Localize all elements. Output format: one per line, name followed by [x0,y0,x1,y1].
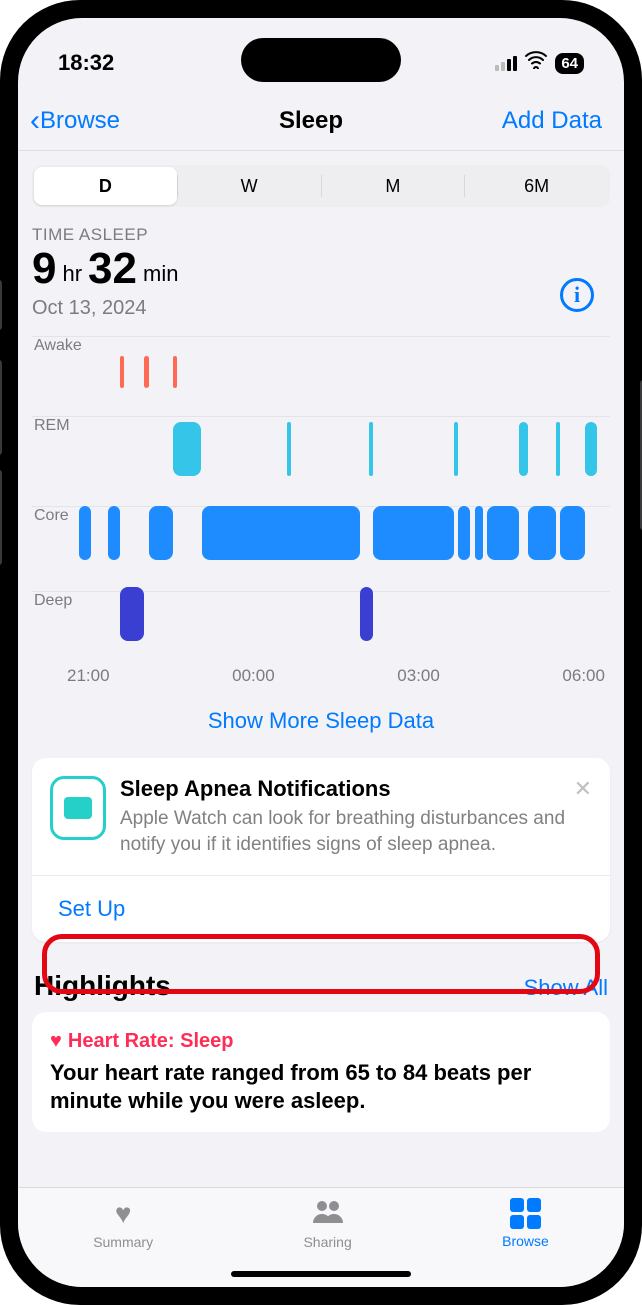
signal-icon [495,56,517,71]
minutes-unit: min [143,261,178,287]
sleep-bar-rem [287,422,291,476]
heart-rate-body: Your heart rate ranged from 65 to 84 bea… [50,1059,592,1114]
page-title: Sleep [279,107,343,135]
sleep-bar-rem [369,422,373,476]
close-icon[interactable]: ✕ [574,776,592,802]
show-more-sleep-data[interactable]: Show More Sleep Data [32,708,610,734]
back-button[interactable]: ‹ Browse [30,106,120,136]
info-icon[interactable]: i [560,278,594,312]
back-label: Browse [40,107,120,135]
sleep-bar-core [79,506,91,560]
sleep-bar-rem [556,422,560,476]
battery-icon: 64 [555,53,584,74]
xtick: 21:00 [67,666,110,686]
xtick: 03:00 [397,666,440,686]
sleep-bar-deep [120,587,144,641]
date-label: Oct 13, 2024 [32,297,610,320]
nav-header: ‹ Browse Sleep Add Data [18,88,624,151]
hours-value: 9 [32,247,56,291]
chevron-left-icon: ‹ [30,106,40,136]
sleep-bar-core [373,506,455,560]
segment-day[interactable]: D [34,167,177,205]
segment-month[interactable]: M [322,167,465,205]
sleep-bar-deep [360,587,372,641]
timeframe-segmented[interactable]: D W M 6M [32,165,610,207]
sleep-bar-awake [173,356,177,388]
stage-label-awake: Awake [32,336,610,355]
sleep-bar-core [528,506,557,560]
sleep-bar-rem [585,422,597,476]
people-icon [311,1198,345,1230]
set-up-button[interactable]: Set Up [32,875,610,942]
tab-sharing[interactable]: Sharing [303,1198,351,1250]
sleep-bar-core [475,506,483,560]
heart-icon: ♥ [50,1030,62,1053]
home-indicator[interactable] [231,1271,411,1277]
minutes-value: 32 [88,247,137,291]
add-data-button[interactable]: Add Data [502,107,602,135]
notch [241,38,401,82]
apnea-title: Sleep Apnea Notifications [120,776,592,802]
xtick: 06:00 [562,666,605,686]
tab-label: Summary [93,1234,153,1250]
sleep-bar-core [560,506,584,560]
status-time: 18:32 [58,50,114,76]
sleep-bar-rem [454,422,458,476]
annotation-box [42,934,600,994]
sleep-bar-core [149,506,173,560]
sleep-bar-awake [120,356,124,388]
segment-6month[interactable]: 6M [465,167,608,205]
heart-rate-card[interactable]: ♥ Heart Rate: Sleep Your heart rate rang… [32,1012,610,1132]
sleep-bar-core [108,506,120,560]
heart-icon: ♥ [115,1198,132,1230]
apnea-description: Apple Watch can look for breathing distu… [120,806,592,857]
sleep-bar-core [487,506,520,560]
heart-rate-tag: Heart Rate: Sleep [68,1030,234,1053]
hours-unit: hr [62,261,82,287]
sleep-chart[interactable]: Awake REM Core Deep 21:00 00:00 03:00 06… [32,336,610,686]
sleep-bar-rem [173,422,202,476]
tab-browse[interactable]: Browse [502,1198,549,1249]
tab-summary[interactable]: ♥ Summary [93,1198,153,1250]
xtick: 00:00 [232,666,275,686]
sleep-apnea-card: Sleep Apnea Notifications Apple Watch ca… [32,758,610,942]
sleep-bar-core [202,506,361,560]
wifi-icon [525,51,547,75]
apple-watch-icon [50,776,106,840]
sleep-bar-awake [144,356,148,388]
tab-label: Sharing [303,1234,351,1250]
segment-week[interactable]: W [178,167,321,205]
sleep-bar-core [458,506,470,560]
grid-icon [510,1198,541,1229]
time-asleep-label: TIME ASLEEP [32,225,610,245]
sleep-bar-rem [519,422,527,476]
tab-label: Browse [502,1233,549,1249]
